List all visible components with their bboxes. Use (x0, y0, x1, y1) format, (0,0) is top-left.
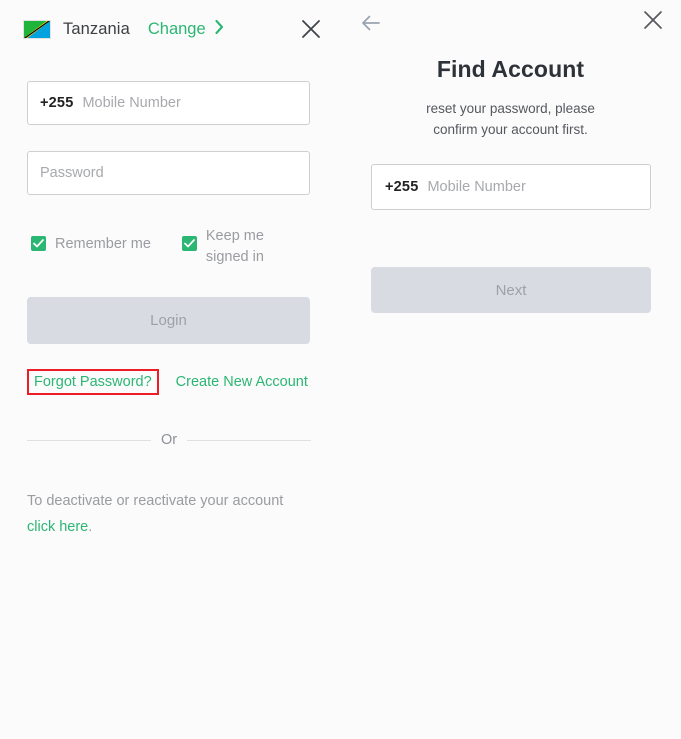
mobile-number-input[interactable]: +255 Mobile Number (27, 81, 310, 125)
keep-signed-in-group[interactable]: Keep me signed in (181, 226, 298, 268)
auth-links-row: Forgot Password? Create New Account (27, 369, 317, 395)
create-new-account-link[interactable]: Create New Account (176, 374, 308, 390)
back-arrow-icon[interactable] (356, 8, 386, 38)
checkbox-row: Remember me Keep me signed in (31, 226, 321, 268)
divider-line-right (187, 439, 312, 441)
remember-me-checkbox[interactable] (31, 236, 46, 251)
divider-line-left (27, 439, 151, 441)
country-code-prefix: +255 (385, 179, 419, 195)
close-icon[interactable] (639, 6, 667, 34)
keep-signed-in-checkbox[interactable] (181, 236, 197, 251)
find-account-subtitle: reset your password, please confirm your… (426, 101, 595, 137)
login-panel: Tanzania Change +255 Mobile Number Passw… (0, 0, 340, 739)
next-button[interactable]: Next (371, 267, 651, 313)
change-country-button[interactable]: Change (148, 20, 206, 39)
remember-me-group[interactable]: Remember me (31, 226, 151, 254)
find-account-title: Find Account (436, 56, 585, 82)
find-mobile-placeholder: Mobile Number (427, 179, 526, 195)
login-header: Tanzania Change (0, 0, 340, 58)
keep-signed-in-label: Keep me signed in (205, 228, 264, 265)
find-mobile-number-input[interactable]: +255 Mobile Number (371, 164, 651, 210)
password-input[interactable]: Password (27, 151, 310, 195)
login-button[interactable]: Login (27, 297, 310, 344)
deactivate-text: To deactivate or reactivate your account (27, 493, 284, 509)
forgot-password-link[interactable]: Forgot Password? (34, 374, 152, 390)
divider-label: Or (160, 432, 178, 448)
chevron-right-icon[interactable] (215, 19, 224, 38)
or-divider: Or (27, 432, 312, 448)
app-screen: Tanzania Change +255 Mobile Number Passw… (0, 0, 681, 739)
forgot-password-highlight: Forgot Password? (27, 369, 159, 395)
deactivate-period: . (88, 519, 93, 535)
remember-me-label: Remember me (55, 236, 151, 252)
close-icon[interactable] (298, 16, 324, 42)
password-placeholder: Password (40, 165, 104, 181)
mobile-number-placeholder: Mobile Number (82, 95, 181, 111)
deactivate-click-here-link[interactable]: click here (27, 519, 88, 535)
country-name: Tanzania (63, 19, 130, 38)
deactivate-section: To deactivate or reactivate your account… (27, 488, 317, 540)
tanzania-flag-icon (23, 19, 51, 39)
country-code-prefix: +255 (40, 95, 74, 111)
find-account-panel: Find Account reset your password, please… (340, 0, 681, 739)
